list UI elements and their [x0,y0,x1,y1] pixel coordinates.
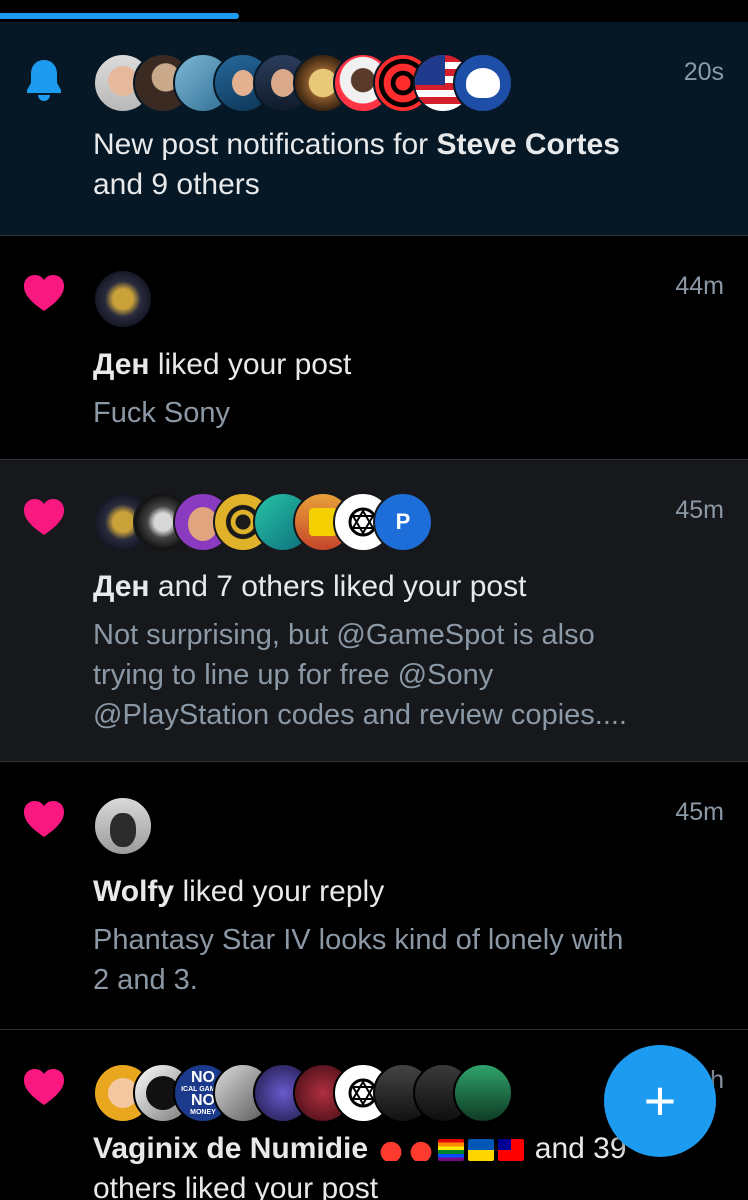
timestamp: 44m [675,272,724,300]
notification-text: Ден and 7 others liked your post [93,570,527,603]
avatar-stack [93,269,724,329]
avatar[interactable]: P [373,492,433,552]
notification-text: Wolfy liked your reply [93,875,385,908]
actor-name[interactable]: Wolfy [93,875,174,908]
heart-icon [22,1065,66,1109]
notification-text: Ден liked your post [93,348,352,381]
post-preview-line: @PlayStation codes and review copies.... [93,699,627,731]
rainbow-flag-icon [438,1139,465,1162]
taiwan-flag-icon [498,1139,525,1162]
loading-bar-fill [0,13,240,19]
notifications-feed: New post notifications for Steve Cortes … [0,22,748,1200]
bell-icon [22,57,66,101]
ukraine-flag-icon [468,1139,495,1162]
timestamp: 20s [683,58,724,86]
loading-bar [0,0,748,22]
apple-emoji-icon [378,1139,405,1162]
post-preview-line: 2 and 3. [93,964,198,996]
notification-text-cont: others liked your post [93,1172,379,1200]
avatar-stack [93,53,724,113]
post-preview[interactable]: Fuck Sony [93,393,724,433]
post-preview-line: Phantasy Star IV looks kind of lonely wi… [93,924,624,956]
timestamp: 45m [675,798,724,826]
actor-name[interactable]: Ден [93,348,150,381]
notification-item[interactable]: Ден liked your post Fuck Sony 44m [0,236,748,460]
heart-icon [22,797,66,841]
actor-name[interactable]: Vaginix de Numidie [93,1132,368,1165]
compose-button[interactable]: + [604,1045,716,1157]
notification-item[interactable]: New post notifications for Steve Cortes … [0,22,748,236]
post-preview[interactable]: Not surprising, but @GameSpot is also tr… [93,615,724,735]
post-preview[interactable]: Phantasy Star IV looks kind of lonely wi… [93,920,724,1000]
avatar[interactable] [93,796,153,856]
actor-name[interactable]: Steve Cortes [437,128,620,161]
avatar[interactable] [453,1063,513,1123]
heart-icon [22,495,66,539]
notification-item[interactable]: P Ден and 7 others liked your post Not s… [0,460,748,762]
notification-text-cont: and 9 others [93,168,260,201]
avatar[interactable] [453,53,513,113]
apple-emoji-icon [408,1139,435,1162]
notification-text: New post notifications for Steve Cortes [93,128,620,161]
plus-icon: + [643,1069,677,1132]
post-preview-line: trying to line up for free @Sony [93,659,494,691]
actor-name[interactable]: Ден [93,570,150,603]
avatar-stack [93,796,724,856]
avatar-stack: P [93,492,724,552]
timestamp: 45m [675,496,724,524]
avatar[interactable] [93,269,153,329]
notification-item[interactable]: Wolfy liked your reply Phantasy Star IV … [0,762,748,1030]
heart-icon [22,271,66,315]
post-preview-line: Not surprising, but @GameSpot is also [93,619,595,651]
